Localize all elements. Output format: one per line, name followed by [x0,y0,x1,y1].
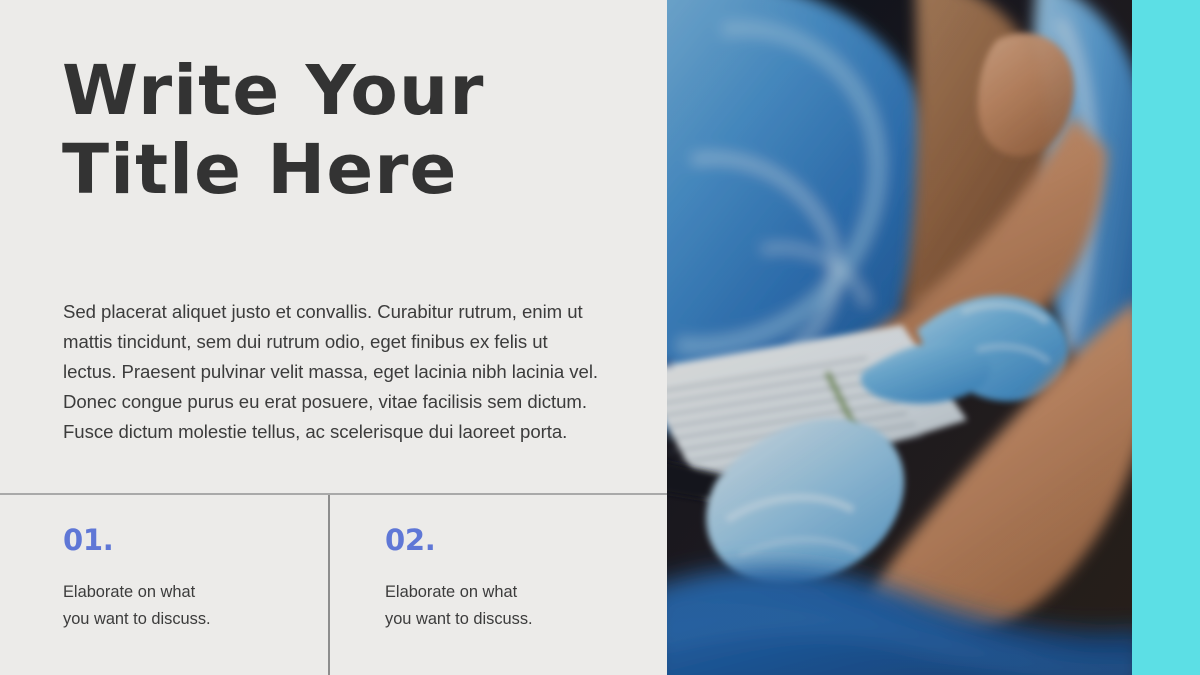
card-02-number: 02. [385,523,436,557]
card-01: 01. Elaborate on what you want to discus… [0,495,328,675]
left-content-panel: Write Your Title Here Sed placerat aliqu… [0,0,667,675]
slide-title: Write Your Title Here [62,51,485,211]
title-block: Write Your Title Here [62,51,642,211]
card-01-text: Elaborate on what you want to discuss. [63,583,211,628]
presentation-slide: Write Your Title Here Sed placerat aliqu… [0,0,1200,675]
card-02-text: Elaborate on what you want to discuss. [385,583,533,628]
card-02: 02. Elaborate on what you want to discus… [330,495,667,675]
body-paragraph: Sed placerat aliquet justo et convallis.… [63,301,599,443]
vertical-divider [328,495,330,675]
card-01-number: 01. [63,523,114,557]
numbered-cards-row: 01. Elaborate on what you want to discus… [0,495,667,675]
nursing-consultation-photo [667,0,1132,675]
cyan-sidebar: Nursing Major Medical Science Thesis Def… [1132,0,1200,675]
